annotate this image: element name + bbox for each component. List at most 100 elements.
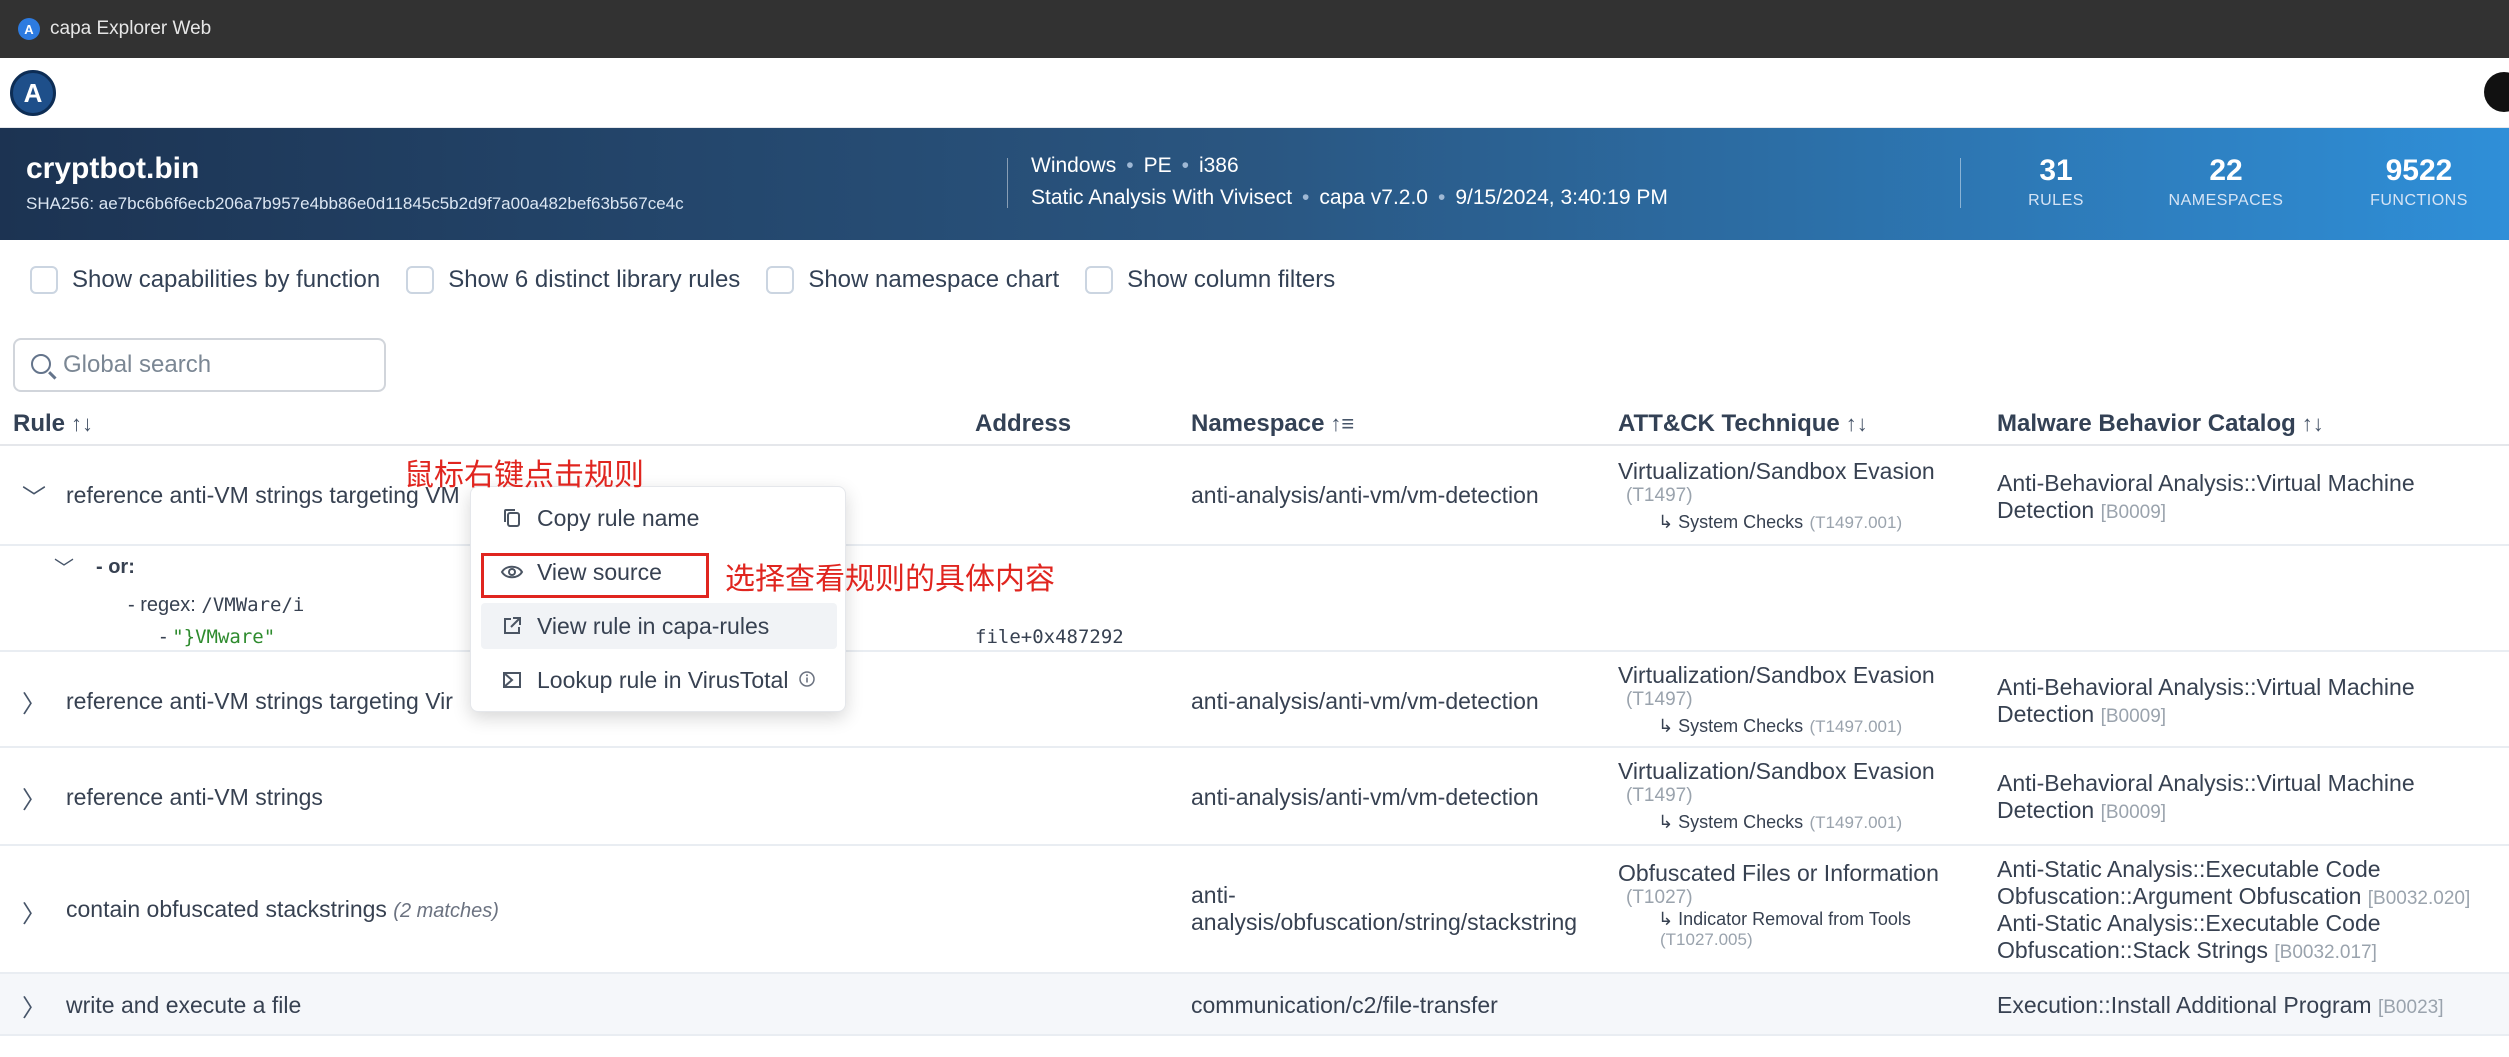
rule-name[interactable]: reference anti-VM strings targeting VM <box>66 482 460 509</box>
sort-icon[interactable]: ↑↓ <box>1846 411 1868 436</box>
sample-platform: Windows • PE • i386 <box>1031 154 1239 178</box>
github-icon[interactable] <box>2484 72 2509 112</box>
column-header-namespace[interactable]: Namespace ↑≡ <box>1191 410 1354 438</box>
option-library-rules[interactable]: Show 6 distinct library rules <box>406 266 740 294</box>
global-search-input[interactable]: Global search <box>13 338 386 392</box>
menu-item-view-in-capa-rules[interactable]: View rule in capa-rules <box>481 603 837 649</box>
match-address[interactable]: file+0x487292 <box>975 626 1124 648</box>
search-placeholder: Global search <box>63 351 212 378</box>
table-row[interactable]: ﹀ reference anti-VM strings targeting VM… <box>0 448 2509 546</box>
rule-name[interactable]: reference anti-VM strings targeting Vir <box>66 688 453 715</box>
rule-name[interactable]: contain obfuscated stackstrings (2 match… <box>66 896 499 923</box>
column-header-rule[interactable]: Rule ↑↓ <box>13 410 93 438</box>
table-row[interactable]: 〉 write and execute a file communication… <box>0 974 2509 1036</box>
sample-sha256: SHA256: ae7bc6b6f6ecb206a7b957e4bb86e0d1… <box>26 194 684 213</box>
rule-match-details: ﹀ - or: - regex: /VMWare/i - "}VMware" f… <box>0 546 2509 650</box>
screen: A capa Explorer Web A cryptbot.bin SHA25… <box>0 0 2509 1057</box>
sort-ascending-icon[interactable]: ↑≡ <box>1330 411 1354 436</box>
rule-name[interactable]: write and execute a file <box>66 992 301 1019</box>
checkbox[interactable] <box>30 266 58 294</box>
mbc-behavior: Anti-Static Analysis::Executable Code <box>1997 910 2381 936</box>
checkbox[interactable] <box>766 266 795 294</box>
attack-subtechnique-id: (T1497.001) <box>1809 813 1903 832</box>
table-row[interactable]: 〉 contain obfuscated stackstrings (2 mat… <box>0 846 2509 974</box>
app-icon: A <box>18 18 40 40</box>
option-namespace-chart[interactable]: Show namespace chart <box>766 266 1059 294</box>
mbc-behavior: Anti-Behavioral Analysis::Virtual Machin… <box>1997 770 2415 796</box>
stat-number: 22 <box>2209 154 2243 187</box>
sort-icon[interactable]: ↑↓ <box>2302 411 2324 436</box>
menu-item-copy-rule-name[interactable]: Copy rule name <box>481 495 837 541</box>
mbc-behavior-cont: Detection <box>1997 497 2095 523</box>
attack-technique: Obfuscated Files or Information <box>1618 860 1939 886</box>
mbc-id: [B0009] <box>2100 502 2167 523</box>
column-header-address[interactable]: Address <box>975 410 1071 438</box>
attack-id: (T1497) <box>1626 689 1693 710</box>
mbc-behavior: Anti-Behavioral Analysis::Virtual Machin… <box>1997 674 2415 700</box>
annotation-choose-view-source: 选择查看规则的具体内容 <box>725 563 1055 596</box>
metadata-banner: cryptbot.bin SHA256: ae7bc6b6f6ecb206a7b… <box>0 128 2509 240</box>
copy-icon <box>499 505 525 531</box>
stat-rules: 31 RULES <box>2022 154 2090 210</box>
attack-cell: Obfuscated Files or Information (T1027) … <box>1618 860 1939 950</box>
arch-label: i386 <box>1198 154 1239 177</box>
chevron-right-icon[interactable]: 〉 <box>22 684 46 719</box>
window-title: capa Explorer Web <box>50 18 212 39</box>
mbc-behavior-cont: Obfuscation::Stack Strings <box>1997 937 2269 963</box>
option-capabilities-by-function[interactable]: Show capabilities by function <box>30 266 380 294</box>
attack-subtechnique-id: (T1497.001) <box>1809 717 1903 736</box>
sort-icon[interactable]: ↑↓ <box>71 411 93 436</box>
chevron-down-icon[interactable]: ﹀ <box>22 478 46 513</box>
analysis-label: Static Analysis With Vivisect <box>1031 186 1293 209</box>
chevron-right-icon[interactable]: 〉 <box>22 988 46 1023</box>
stat-functions: 9522 FUNCTIONS <box>2364 154 2474 210</box>
stat-label: FUNCTIONS <box>2370 192 2468 209</box>
search-icon <box>31 354 51 374</box>
attack-id: (T1027) <box>1626 887 1693 908</box>
chevron-down-icon[interactable]: ﹀ <box>54 552 74 581</box>
analysis-info: Static Analysis With Vivisect • capa v7.2.… <box>1031 186 1668 210</box>
mbc-cell: Execution::Install Additional Program [B… <box>1997 992 2443 1019</box>
mbc-cell: Anti-Static Analysis::Executable Code Ob… <box>1997 856 2470 964</box>
external-link-icon <box>499 613 525 639</box>
attack-cell: Virtualization/Sandbox Evasion (T1497) ↳… <box>1618 758 1935 834</box>
table-row[interactable]: 〉 reference anti-VM strings anti-analysi… <box>0 748 2509 846</box>
os-label: Windows <box>1031 154 1117 177</box>
mbc-id: [B0023] <box>2377 997 2444 1018</box>
mbc-behavior-cont: Detection <box>1997 797 2095 823</box>
banner-divider <box>1960 158 1961 208</box>
column-header-mbc[interactable]: Malware Behavior Catalog ↑↓ <box>1997 410 2324 438</box>
info-icon[interactable] <box>798 667 816 694</box>
format-label: PE <box>1143 154 1172 177</box>
capa-logo-icon[interactable]: A <box>10 70 56 116</box>
namespace-cell: anti-analysis/anti-vm/vm-detection <box>1191 482 1539 508</box>
namespace-cell: anti-analysis/anti-vm/vm-detection <box>1191 688 1539 714</box>
checkbox[interactable] <box>406 266 435 294</box>
attack-subtechnique: ↳ System Checks <box>1658 812 1804 832</box>
mbc-behavior: Execution::Install Additional Program <box>1997 992 2372 1018</box>
string-node: - "}VMware" <box>160 626 276 648</box>
dot-separator: • <box>1126 154 1134 177</box>
mbc-id: [B0032.020] <box>2367 888 2471 909</box>
stat-number: 9522 <box>2385 154 2453 187</box>
mbc-cell: Anti-Behavioral Analysis::Virtual Machin… <box>1997 770 2415 824</box>
mbc-id: [B0032.017] <box>2274 942 2377 963</box>
namespace-cell: anti-analysis/anti-vm/vm-detection <box>1191 784 1539 810</box>
attack-subtechnique: ↳ System Checks <box>1658 716 1804 736</box>
namespace-cell: anti- analysis/obfuscation/string/stacks… <box>1191 882 1578 935</box>
menu-item-lookup-virustotal[interactable]: Lookup rule in VirusTotal <box>481 657 837 703</box>
checkbox[interactable] <box>1085 266 1114 294</box>
rule-name[interactable]: reference anti-VM strings <box>66 784 323 811</box>
dot-separator: • <box>1438 186 1446 209</box>
mbc-behavior-cont: Obfuscation::Argument Obfuscation <box>1997 883 2362 909</box>
stat-namespaces: 22 NAMESPACES <box>2162 154 2290 210</box>
table-row[interactable]: 〉 reference anti-VM strings targeting Vi… <box>0 650 2509 748</box>
chevron-right-icon[interactable]: 〉 <box>22 780 46 815</box>
chevron-right-icon[interactable]: 〉 <box>22 894 46 929</box>
column-header-attack[interactable]: ATT&CK Technique ↑↓ <box>1618 410 1868 438</box>
attack-subtechnique-id: (T1497.001) <box>1809 513 1903 532</box>
option-column-filters[interactable]: Show column filters <box>1085 266 1335 294</box>
annotation-right-click: 鼠标右键点击规则 <box>404 459 644 492</box>
mbc-behavior-cont: Detection <box>1997 701 2095 727</box>
mbc-behavior: Anti-Static Analysis::Executable Code <box>1997 856 2381 882</box>
